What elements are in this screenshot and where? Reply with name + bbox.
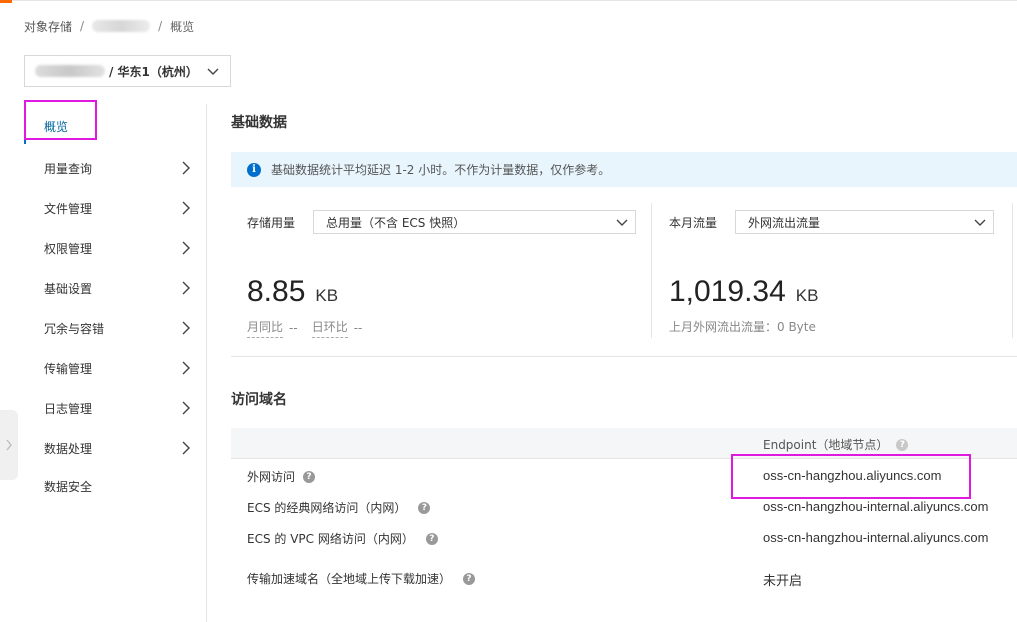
monthly-traffic-label: 本月流量	[669, 216, 718, 230]
help-icon[interactable]: ?	[463, 572, 476, 585]
domain-row-label: ECS 的经典网络访问（内网） ?	[247, 499, 431, 516]
access-domains-title: 访问域名	[231, 392, 287, 408]
sidebar-item-log-management[interactable]: 日志管理	[24, 398, 204, 418]
storage-usage-label: 存储用量	[247, 216, 296, 230]
sidebar-item-label: 用量查询	[44, 161, 93, 176]
storage-comparison: 月同比 -- 日环比 --	[247, 318, 368, 338]
sidebar-collapse-tab[interactable]	[0, 410, 18, 480]
sidebar-item-data-security[interactable]: 数据安全	[24, 476, 204, 496]
monthly-traffic-unit: KB	[795, 286, 819, 305]
storage-usage-number: 8.85	[247, 275, 306, 308]
sidebar-item-transfer-management[interactable]: 传输管理	[24, 358, 204, 378]
chevron-down-icon	[616, 219, 628, 226]
dod-label: 日环比	[311, 318, 348, 338]
breadcrumb-bucket-redacted[interactable]	[92, 20, 151, 32]
sidebar-item-usage-query[interactable]: 用量查询	[24, 158, 204, 178]
bucket-name-redacted	[35, 65, 105, 77]
domain-row-value[interactable]: oss-cn-hangzhou-internal.aliyuncs.com	[763, 530, 988, 545]
monthly-traffic-value: 1,019.34 KB	[669, 275, 818, 309]
domain-row-label-text: 传输加速域名（全地域上传下载加速）	[247, 572, 452, 586]
sidebar-item-file-management[interactable]: 文件管理	[24, 198, 204, 218]
help-icon[interactable]: ?	[425, 532, 438, 545]
mom-value: --	[289, 321, 298, 335]
sidebar-item-basic-settings[interactable]: 基础设置	[24, 278, 204, 298]
endpoint-column-header: Endpoint（地域节点） ?	[763, 436, 909, 453]
domain-row-label: 外网访问 ?	[247, 468, 316, 485]
breadcrumb-separator: /	[80, 19, 85, 33]
sidebar: 概览 用量查询 文件管理 权限管理 基础设置 冗余与容错 传输管理 日志管理 数…	[24, 104, 207, 622]
sidebar-item-label: 权限管理	[44, 241, 93, 256]
highlight-box-overview	[24, 100, 97, 140]
domain-row-label-text: ECS 的 VPC 网络访问（内网）	[247, 532, 414, 546]
topbar-line	[12, 0, 1017, 1]
domain-row-label: ECS 的 VPC 网络访问（内网） ?	[247, 530, 438, 547]
help-icon[interactable]: ?	[303, 470, 316, 483]
sidebar-item-redundancy[interactable]: 冗余与容错	[24, 318, 204, 338]
bucket-selector[interactable]: / 华东1（杭州）	[24, 55, 231, 87]
sidebar-item-label: 基础设置	[44, 281, 93, 296]
notice-banner: i 基础数据统计平均延迟 1-2 小时。不作为计量数据，仅作参考。	[231, 152, 1017, 187]
chevron-right-icon	[6, 439, 12, 451]
chevron-right-icon	[182, 401, 190, 415]
help-icon[interactable]: ?	[896, 438, 909, 451]
stat-divider	[1012, 203, 1013, 338]
sidebar-item-label: 数据安全	[44, 479, 93, 494]
traffic-type-select-value: 外网流出流量	[748, 215, 821, 230]
chevron-right-icon	[182, 441, 190, 455]
domain-row-value: 未开启	[763, 573, 803, 588]
domain-row-label-text: 外网访问	[247, 470, 296, 484]
endpoint-column-label: Endpoint（地域节点）	[763, 438, 889, 452]
sidebar-item-label: 文件管理	[44, 201, 93, 216]
section-divider	[231, 356, 1017, 357]
chevron-right-icon	[182, 241, 190, 255]
chevron-right-icon	[182, 321, 190, 335]
highlight-box-endpoint	[731, 454, 971, 499]
mom-label: 月同比	[247, 318, 284, 338]
chevron-right-icon	[182, 161, 190, 175]
last-month-traffic: 上月外网流出流量：0 Byte	[669, 320, 816, 334]
info-icon: i	[247, 162, 261, 177]
storage-type-select-value: 总用量（不含 ECS 快照）	[326, 215, 466, 230]
domain-row-label-text: ECS 的经典网络访问（内网）	[247, 501, 407, 515]
sidebar-item-label: 数据处理	[44, 441, 93, 456]
breadcrumb-current: 概览	[170, 19, 195, 34]
breadcrumb-root[interactable]: 对象存储	[24, 18, 72, 35]
breadcrumb-separator: /	[158, 19, 163, 33]
traffic-type-select[interactable]: 外网流出流量	[735, 210, 994, 234]
chevron-right-icon	[182, 361, 190, 375]
basic-data-title: 基础数据	[231, 115, 287, 131]
topbar-accent	[0, 0, 12, 3]
breadcrumb: 对象存储 / / 概览	[24, 18, 194, 34]
help-icon[interactable]: ?	[418, 501, 431, 514]
storage-type-select[interactable]: 总用量（不含 ECS 快照）	[313, 210, 636, 234]
sidebar-item-data-processing[interactable]: 数据处理	[24, 438, 204, 458]
chevron-right-icon	[182, 281, 190, 295]
dod-value: --	[353, 321, 363, 335]
sidebar-item-permissions[interactable]: 权限管理	[24, 238, 204, 258]
sidebar-item-label: 冗余与容错	[44, 321, 105, 336]
domain-row-value[interactable]: oss-cn-hangzhou-internal.aliyuncs.com	[763, 499, 988, 514]
storage-usage-value: 8.85 KB	[247, 275, 338, 309]
stat-divider	[651, 203, 652, 338]
chevron-down-icon	[207, 68, 219, 75]
domain-row-label: 传输加速域名（全地域上传下载加速） ?	[247, 570, 476, 587]
chevron-right-icon	[182, 201, 190, 215]
sidebar-item-label: 日志管理	[44, 401, 93, 416]
storage-usage-unit: KB	[315, 286, 339, 305]
chevron-down-icon	[974, 219, 986, 226]
monthly-traffic-number: 1,019.34	[669, 275, 786, 308]
sidebar-item-label: 传输管理	[44, 361, 93, 376]
notice-text: 基础数据统计平均延迟 1-2 小时。不作为计量数据，仅作参考。	[271, 163, 611, 177]
bucket-region: / 华东1（杭州）	[109, 64, 198, 79]
